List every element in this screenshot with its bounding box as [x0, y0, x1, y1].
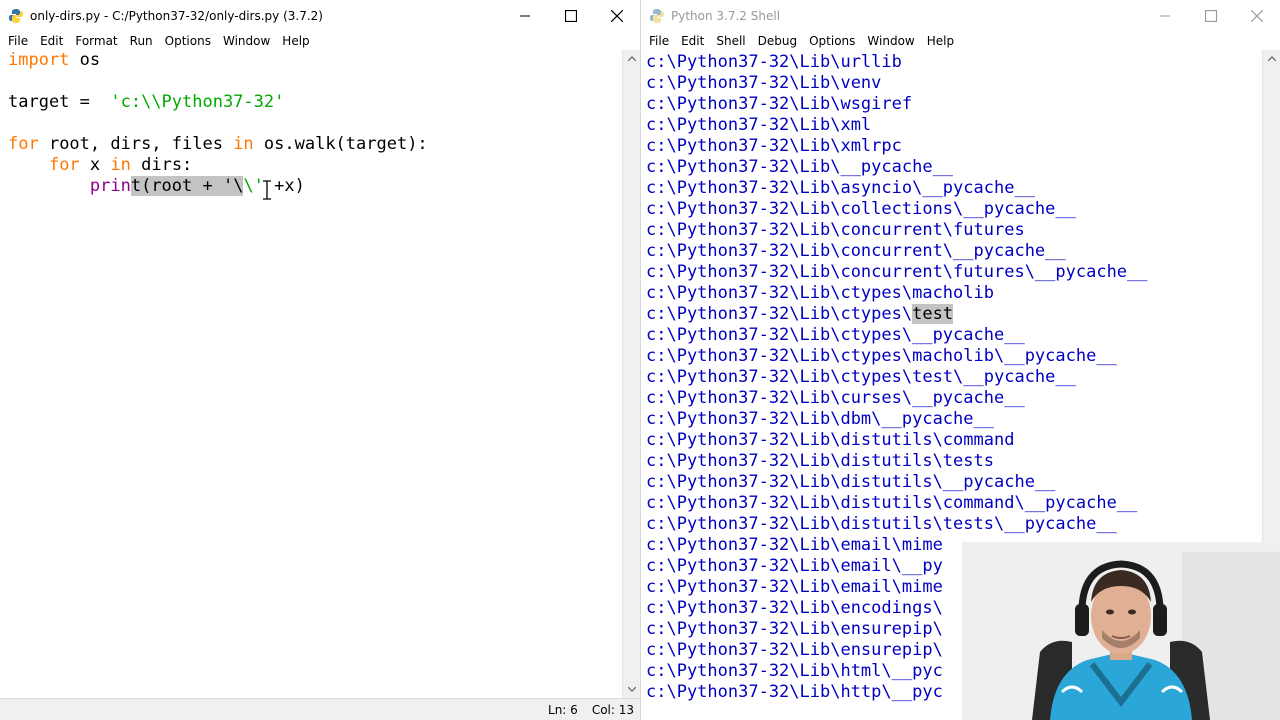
menu-debug[interactable]: Debug	[752, 34, 803, 48]
scroll-up-button[interactable]	[623, 50, 640, 67]
menu-edit[interactable]: Edit	[34, 34, 69, 48]
status-col: Col: 13	[591, 702, 634, 717]
chevron-up-icon	[1267, 56, 1276, 61]
minimize-button[interactable]	[502, 0, 548, 32]
shell-output-line: c:\Python37-32\Lib\distutils\__pycache__	[646, 472, 1056, 492]
shell-output-line: c:\Python37-32\Lib\concurrent\futures	[646, 220, 1025, 240]
code-line-6: for x in dirs:	[0, 155, 622, 176]
code-text: target =	[8, 92, 111, 112]
text-selection: t(root + '\	[130, 176, 244, 196]
menu-file[interactable]: File	[2, 34, 34, 48]
scroll-up-button[interactable]	[1263, 50, 1280, 67]
menu-format[interactable]: Format	[69, 34, 123, 48]
menu-help[interactable]: Help	[276, 34, 315, 48]
shell-selection: test	[912, 304, 954, 324]
shell-output-line: c:\Python37-32\Lib\concurrent\__pycache_…	[646, 241, 1066, 261]
window-title: only-dirs.py - C:/Python37-32/only-dirs.…	[30, 9, 323, 23]
python-icon	[9, 9, 23, 23]
string-literal: \'	[243, 176, 264, 196]
close-button[interactable]	[594, 0, 640, 32]
webcam-overlay	[962, 542, 1280, 720]
menu-bar: File Edit Format Run Options Window Help	[0, 32, 640, 50]
code-text: root, dirs, files	[38, 134, 234, 154]
keyword: for	[48, 155, 80, 175]
shell-output-line: c:\Python37-32\Lib\xml	[646, 115, 872, 135]
menu-options[interactable]: Options	[159, 34, 217, 48]
keyword: for	[8, 134, 39, 154]
menu-run[interactable]: Run	[124, 34, 159, 48]
window-title: Python 3.7.2 Shell	[671, 9, 781, 23]
shell-output-line: c:\Python37-32\Lib\ctypes\__pycache__	[646, 325, 1025, 345]
menu-window[interactable]: Window	[861, 34, 920, 48]
shell-output-line: c:\Python37-32\Lib\ctypes\test	[641, 304, 1262, 325]
editor-titlebar[interactable]: only-dirs.py - C:/Python37-32/only-dirs.…	[0, 0, 640, 32]
menu-shell[interactable]: Shell	[710, 34, 751, 48]
code-line-3: target = 'c:\\Python37-32'	[0, 92, 622, 113]
menu-window[interactable]: Window	[217, 34, 276, 48]
builtin-name: prin	[89, 176, 131, 196]
minimize-icon	[1160, 15, 1170, 17]
shell-output-line: c:\Python37-32\Lib\wsgiref	[646, 94, 913, 114]
maximize-icon	[565, 10, 577, 22]
shell-output-line: c:\Python37-32\Lib\concurrent\futures\__…	[646, 262, 1148, 282]
menu-bar: File Edit Shell Debug Options Window Hel…	[641, 32, 1280, 50]
keyword: import	[8, 50, 70, 70]
maximize-button[interactable]	[548, 0, 594, 32]
menu-options[interactable]: Options	[803, 34, 861, 48]
code-text: dirs:	[130, 155, 193, 175]
minimize-button[interactable]	[1142, 0, 1188, 32]
editor-scrollbar[interactable]	[622, 50, 640, 698]
python-icon	[650, 9, 664, 23]
shell-output-line: c:\Python37-32\Lib\dbm\__pycache__	[646, 409, 994, 429]
shell-output-line: c:\Python37-32\Lib\distutils\command\__p…	[646, 493, 1138, 513]
shell-output-line: c:\Python37-32\Lib\ctypes\test\__pycache…	[646, 367, 1076, 387]
code-text: os	[69, 50, 101, 70]
code-line-7: print(root + '\\' +x)	[0, 176, 622, 197]
status-line: Ln: 6	[548, 702, 578, 717]
chevron-down-icon	[627, 687, 636, 692]
close-icon	[611, 10, 623, 22]
chevron-up-icon	[627, 56, 636, 61]
menu-edit[interactable]: Edit	[675, 34, 710, 48]
minimize-icon	[520, 15, 530, 17]
shell-output-text: c:\Python37-32\Lib\ctypes\	[646, 304, 913, 324]
maximize-icon	[1205, 10, 1217, 22]
editor-window: only-dirs.py - C:/Python37-32/only-dirs.…	[0, 0, 641, 720]
keyword: in	[233, 134, 254, 154]
code-line-1: import os	[0, 50, 622, 71]
close-button[interactable]	[1234, 0, 1280, 32]
shell-output-line: c:\Python37-32\Lib\__pycache__	[646, 157, 954, 177]
code-editor[interactable]: import os target = 'c:\\Python37-32' for…	[0, 50, 622, 698]
shell-output-line: c:\Python37-32\Lib\urllib	[646, 52, 902, 72]
code-line-5: for root, dirs, files in os.walk(target)…	[0, 134, 622, 155]
shell-output-line: c:\Python37-32\Lib\xmlrpc	[646, 136, 902, 156]
scroll-down-button[interactable]	[623, 681, 640, 698]
code-text: os.walk(target):	[253, 134, 428, 154]
code-text: x	[79, 155, 111, 175]
menu-file[interactable]: File	[643, 34, 675, 48]
shell-output-line: c:\Python37-32\Lib\asyncio\__pycache__	[646, 178, 1035, 198]
shell-output-line: c:\Python37-32\Lib\curses\__pycache__	[646, 388, 1025, 408]
shell-output-line: c:\Python37-32\Lib\distutils\tests	[646, 451, 994, 471]
maximize-button[interactable]	[1188, 0, 1234, 32]
shell-output-line: c:\Python37-32\Lib\collections\__pycache…	[646, 199, 1076, 219]
keyword: in	[110, 155, 131, 175]
string-literal: 'c:\\Python37-32'	[110, 92, 285, 112]
text-cursor-icon	[263, 180, 271, 200]
shell-output-line: c:\Python37-32\Lib\distutils\command	[646, 430, 1015, 450]
presenter-image	[962, 542, 1280, 720]
shell-output-line: c:\Python37-32\Lib\distutils\tests\__pyc…	[646, 514, 1117, 534]
close-icon	[1251, 10, 1263, 22]
shell-output-line: c:\Python37-32\Lib\ctypes\macholib	[646, 283, 994, 303]
status-bar: Ln: 6 Col: 13	[0, 698, 640, 720]
shell-output-line: c:\Python37-32\Lib\ctypes\macholib\__pyc…	[646, 346, 1117, 366]
shell-titlebar[interactable]: Python 3.7.2 Shell	[641, 0, 1280, 32]
menu-help[interactable]: Help	[921, 34, 960, 48]
shell-output-line: c:\Python37-32\Lib\venv	[646, 73, 882, 93]
